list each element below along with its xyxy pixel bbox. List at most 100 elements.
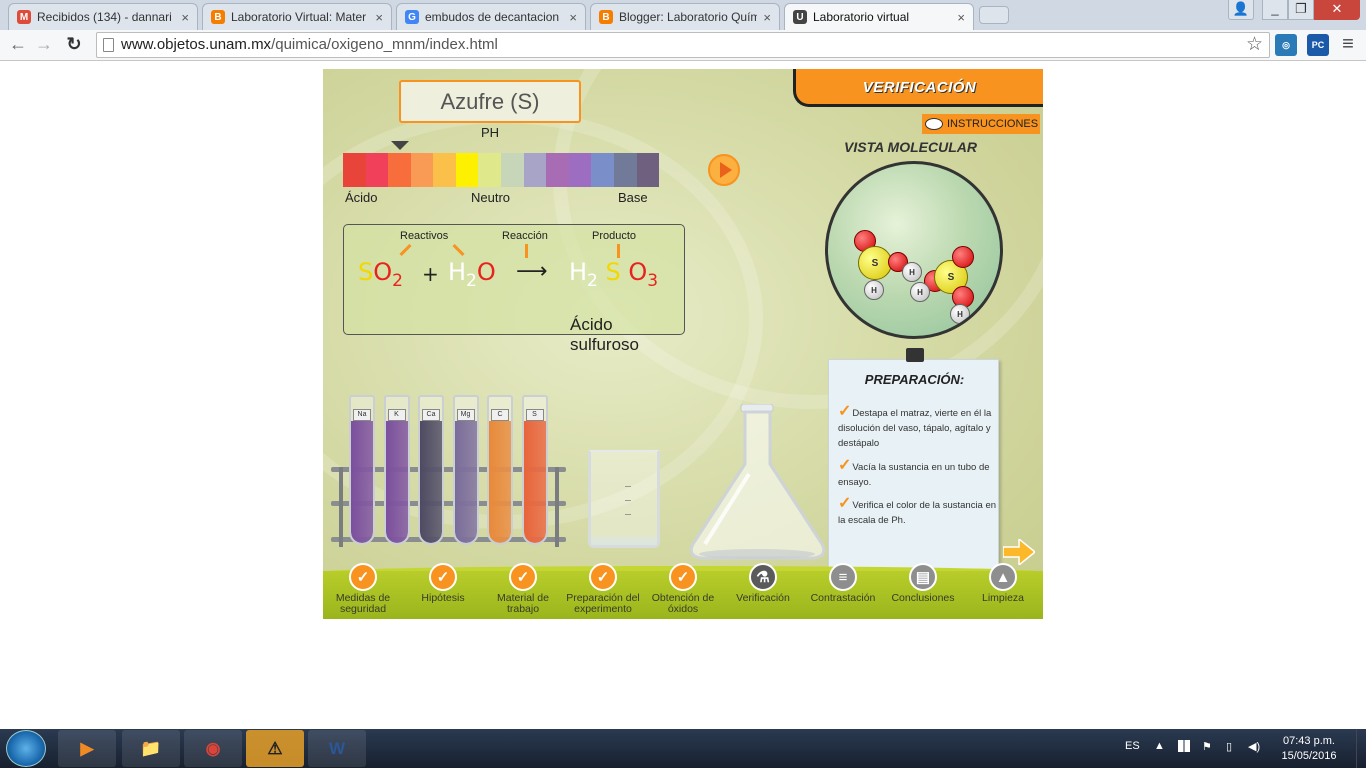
nav-step-label: Contrastación xyxy=(810,592,876,604)
reactant-arrow-icon xyxy=(399,243,412,257)
media-player-taskbar-icon[interactable]: ▶ xyxy=(58,730,116,767)
hydrogen-atom: H xyxy=(864,280,884,300)
tube-liquid xyxy=(523,421,546,543)
beaker[interactable] xyxy=(588,450,660,548)
close-tab-icon[interactable]: × xyxy=(763,10,771,25)
tab-1[interactable]: M Recibidos (134) - dannari × xyxy=(8,3,198,30)
tube-liquid xyxy=(454,421,477,543)
nav-step-7[interactable]: ≡ Contrastación xyxy=(803,563,883,619)
nav-step-label: Limpieza xyxy=(981,592,1025,604)
tab-4[interactable]: B Blogger: Laboratorio Quím × xyxy=(590,3,780,30)
back-icon[interactable]: ← xyxy=(6,33,30,57)
reactant-so2: SO2 xyxy=(358,258,403,291)
tube-liquid xyxy=(489,421,511,543)
tab-title: Recibidos (134) - dannari xyxy=(37,10,172,24)
profile-icon[interactable]: 👤 xyxy=(1228,0,1254,20)
nav-step-label: Material de trabajo xyxy=(497,592,549,615)
nav-step-label: Conclusiones xyxy=(891,592,955,604)
close-window-button[interactable]: ✕ xyxy=(1314,0,1360,20)
close-tab-icon[interactable]: × xyxy=(181,10,189,25)
ph-base-label: Base xyxy=(618,190,648,205)
minimize-button[interactable]: _ xyxy=(1262,0,1288,20)
nav-step-label: Obtención de óxidos xyxy=(651,592,715,615)
blogger-icon: B xyxy=(211,10,225,24)
nav-step-9[interactable]: ▲ Limpieza xyxy=(963,563,1043,619)
close-tab-icon[interactable]: × xyxy=(957,10,965,25)
extension-pc-icon[interactable]: PC xyxy=(1307,34,1329,56)
battery-icon[interactable]: ▯ xyxy=(1226,740,1232,753)
nav-step-4[interactable]: ✓ Preparación del experimento xyxy=(563,563,643,619)
check-icon: ✓ xyxy=(589,563,617,591)
check-icon: ✓ xyxy=(838,495,852,512)
tube-label: S xyxy=(525,409,544,421)
tab-2[interactable]: B Laboratorio Virtual: Mater × xyxy=(202,3,392,30)
nav-step-3[interactable]: ✓ Material de trabajo xyxy=(483,563,563,619)
url-input[interactable]: www.objetos.unam.mx/quimica/oxigeno_mnm/… xyxy=(96,32,1270,58)
play-button[interactable] xyxy=(708,154,740,186)
ph-swatch xyxy=(455,153,479,187)
nav-step-2[interactable]: ✓ Hipótesis xyxy=(403,563,483,619)
play-icon xyxy=(719,162,732,178)
test-tube[interactable]: S xyxy=(521,395,548,545)
beaker-base xyxy=(591,537,657,545)
nav-step-8[interactable]: ▤ Conclusiones xyxy=(883,563,963,619)
speech-bubble-icon xyxy=(925,118,943,130)
bookmark-star-icon[interactable]: ☆ xyxy=(1246,33,1263,57)
nav-step-label: Medidas de seguridad xyxy=(335,592,391,615)
ph-swatch xyxy=(636,153,660,187)
tube-label: Ca xyxy=(422,409,440,421)
tab-3[interactable]: Gembudos de decantacion × xyxy=(396,3,586,30)
close-tab-icon[interactable]: × xyxy=(375,10,383,25)
product-label: Producto xyxy=(592,230,637,242)
test-tube[interactable]: Ca xyxy=(418,395,444,545)
unam-icon: U xyxy=(793,10,807,24)
erlenmeyer-flask[interactable] xyxy=(685,404,830,562)
language-indicator[interactable]: ES xyxy=(1125,740,1140,752)
test-tube[interactable]: K xyxy=(383,395,410,545)
close-tab-icon[interactable]: × xyxy=(569,10,577,25)
maximize-button[interactable]: ❐ xyxy=(1288,0,1314,20)
network-icon[interactable] xyxy=(1178,740,1190,752)
tube-liquid xyxy=(351,421,373,543)
next-arrow-icon[interactable] xyxy=(1003,539,1035,565)
reload-icon[interactable]: ↻ xyxy=(62,33,86,57)
show-desktop-button[interactable] xyxy=(1356,729,1366,768)
ph-swatch xyxy=(410,153,434,187)
test-tube[interactable]: Mg xyxy=(452,395,479,545)
ph-swatch xyxy=(568,153,592,187)
flag-icon[interactable]: ⚑ xyxy=(1202,740,1212,753)
ph-swatch xyxy=(613,153,637,187)
reactants-label: Reactivos xyxy=(400,230,449,242)
tab-title: Laboratorio virtual xyxy=(813,10,910,24)
preparation-step: ✓Verifica el color de la sustancia en la… xyxy=(838,495,997,527)
tab-5[interactable]: U Laboratorio virtual × xyxy=(784,3,974,30)
clock[interactable]: 07:43 p.m. 15/05/2016 xyxy=(1272,734,1346,764)
chrome-taskbar-icon[interactable]: ◉ xyxy=(184,730,242,767)
warning-app-taskbar-icon[interactable]: ⚠ xyxy=(246,730,304,767)
element-title: Azufre (S) xyxy=(399,80,581,123)
dropper-icon: ⚗ xyxy=(749,563,777,591)
volume-icon[interactable]: ◀) xyxy=(1248,740,1260,753)
nav-step-6[interactable]: ⚗ Verificación xyxy=(723,563,803,619)
product-arrow-icon xyxy=(617,244,620,258)
tube-label: Na xyxy=(353,409,371,421)
file-explorer-taskbar-icon[interactable]: 📁 xyxy=(122,730,180,767)
word-taskbar-icon[interactable]: W xyxy=(308,730,366,767)
forward-icon[interactable]: → xyxy=(32,33,56,57)
test-tube[interactable]: Na xyxy=(349,395,375,545)
tray-expand-icon[interactable]: ▲ xyxy=(1154,740,1165,752)
nav-step-1[interactable]: ✓ Medidas de seguridad xyxy=(323,563,403,619)
binder-clip-icon xyxy=(906,348,924,362)
test-tube[interactable]: C xyxy=(487,395,513,545)
instructions-button[interactable]: INSTRUCCIONES xyxy=(922,114,1040,134)
extension-sync-icon[interactable]: ◎ xyxy=(1275,34,1297,56)
start-button[interactable] xyxy=(6,730,46,767)
preparation-card: PREPARACIÓN: ✓Destapa el matraz, vierte … xyxy=(828,359,999,577)
oxygen-atom xyxy=(952,246,974,268)
new-tab-button[interactable] xyxy=(979,6,1009,24)
nav-step-5[interactable]: ✓ Obtención de óxidos xyxy=(643,563,723,619)
menu-icon[interactable]: ≡ xyxy=(1336,33,1360,57)
clock-time: 07:43 p.m. xyxy=(1283,735,1335,747)
nav-step-label: Hipótesis xyxy=(421,592,465,604)
tab-title: embudos de decantacion xyxy=(425,10,560,24)
